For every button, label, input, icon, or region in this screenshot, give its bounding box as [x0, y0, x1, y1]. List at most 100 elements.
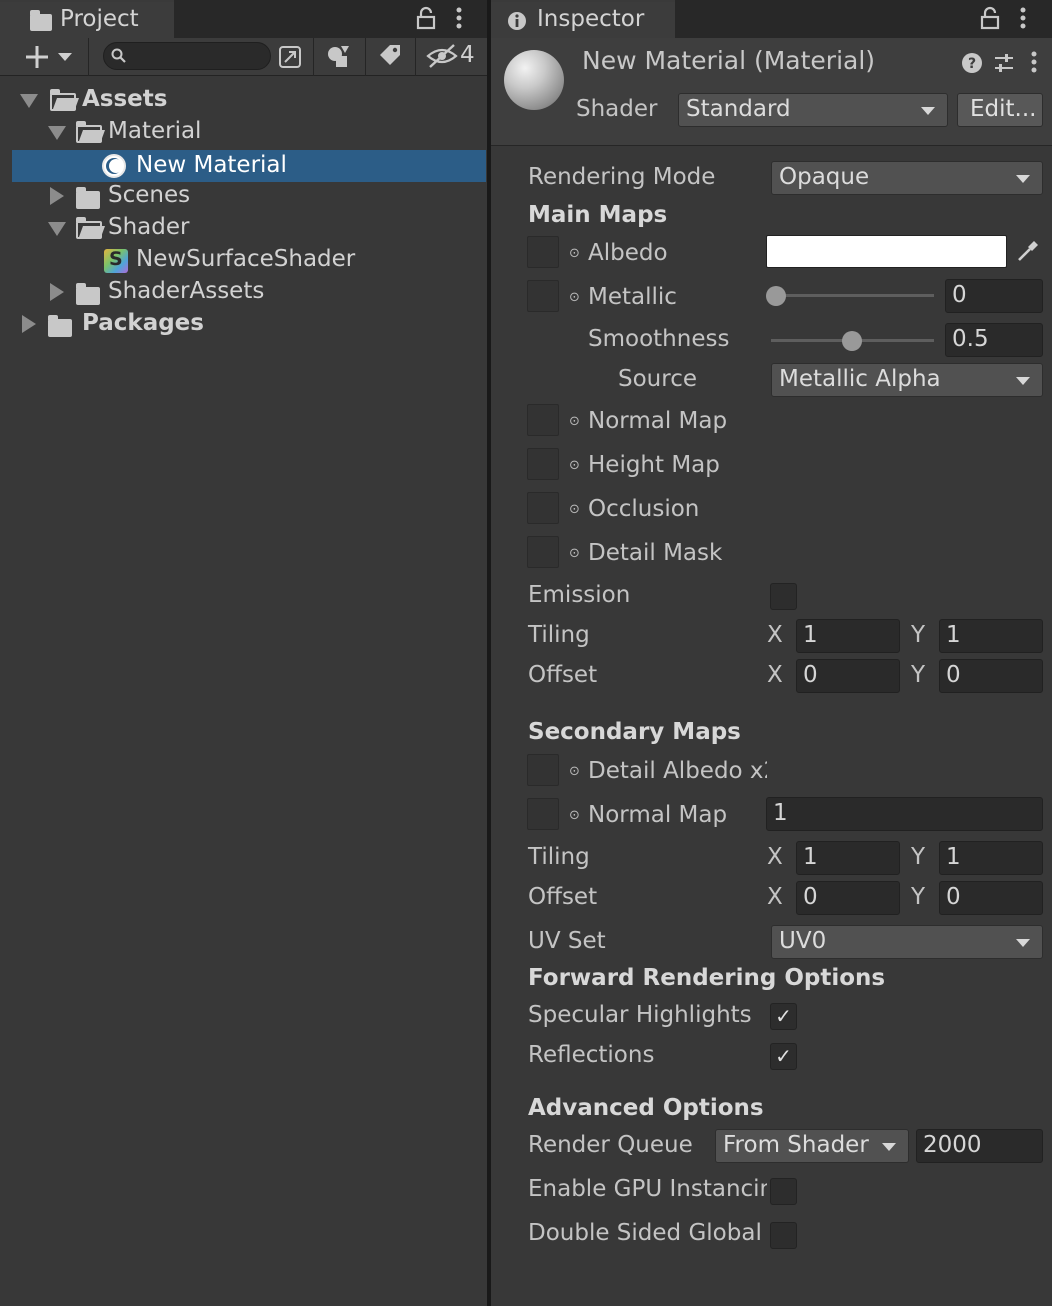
normal-map-texture-slot[interactable] [527, 404, 559, 436]
tab-inspector[interactable]: Inspector [491, 0, 675, 38]
eyedropper-icon[interactable] [1015, 238, 1041, 264]
tree-item-label: Packages [82, 310, 204, 336]
smoothness-slider-handle[interactable] [842, 331, 862, 351]
object-picker-icon[interactable]: ⊙ [569, 808, 580, 823]
metallic-value-field[interactable]: 0 [945, 279, 1043, 313]
presets-sliders-icon[interactable] [992, 51, 1016, 75]
tree-item-scenes[interactable]: Scenes [12, 180, 486, 212]
secondary-offset-y-field[interactable]: 0 [939, 881, 1043, 915]
rendering-mode-dropdown[interactable]: Opaque [771, 161, 1043, 195]
filter-by-label-icon[interactable] [377, 42, 403, 68]
more-menu-icon[interactable] [1018, 6, 1028, 32]
filter-by-type-icon[interactable] [325, 42, 353, 70]
lock-icon[interactable] [416, 6, 436, 30]
emission-checkbox[interactable] [770, 583, 797, 610]
tree-item-new-surface-shader[interactable]: S NewSurfaceShader [12, 244, 486, 276]
create-plus-dropdown-icon[interactable] [24, 44, 76, 70]
metallic-slider-handle[interactable] [766, 286, 786, 306]
folder-open-icon [50, 89, 76, 111]
tree-item-assets[interactable]: Assets [12, 84, 486, 116]
component-menu-icon[interactable] [1029, 50, 1039, 76]
secondary-tiling-x-label: X [767, 844, 783, 870]
specular-highlights-checkbox[interactable]: ✓ [770, 1003, 797, 1030]
offset-y-field[interactable]: 0 [939, 659, 1043, 693]
object-picker-icon[interactable]: ⊙ [569, 246, 580, 261]
detail-albedo-texture-slot[interactable] [527, 754, 559, 786]
expand-arrow-icon[interactable] [48, 222, 66, 236]
collapse-arrow-icon[interactable] [50, 283, 64, 301]
metallic-slider-track[interactable] [774, 294, 934, 297]
collapse-arrow-icon[interactable] [50, 187, 64, 205]
source-label: Source [618, 366, 697, 392]
tree-item-new-material[interactable]: New Material [12, 150, 486, 182]
render-queue-value-field[interactable]: 2000 [916, 1129, 1043, 1163]
object-picker-icon[interactable]: ⊙ [569, 502, 580, 517]
info-icon [508, 12, 526, 30]
tree-item-packages[interactable]: Packages [12, 308, 486, 340]
checkmark-icon: ✓ [775, 1004, 792, 1028]
shader-file-icon: S [104, 248, 128, 273]
tree-item-shader-folder[interactable]: Shader [12, 212, 486, 244]
reflections-label: Reflections [528, 1042, 655, 1068]
lock-icon[interactable] [980, 6, 1000, 30]
reflections-checkbox[interactable]: ✓ [770, 1043, 797, 1070]
metallic-label: Metallic [588, 284, 677, 310]
secondary-normal-map-texture-slot[interactable] [527, 798, 559, 830]
object-picker-icon[interactable]: ⊙ [569, 764, 580, 779]
offset-x-field[interactable]: 0 [796, 659, 900, 693]
offset-y-label: Y [911, 662, 926, 688]
object-picker-icon[interactable]: ⊙ [569, 458, 580, 473]
uv-set-label: UV Set [528, 928, 606, 954]
chevron-down-icon [1016, 377, 1030, 385]
edit-shader-button[interactable]: Edit... [957, 93, 1043, 127]
secondary-tiling-x-field[interactable]: 1 [796, 841, 900, 875]
help-icon[interactable]: ? [961, 52, 983, 74]
secondary-normal-map-label: Normal Map [588, 802, 728, 828]
folder-icon [76, 187, 100, 209]
render-queue-mode-dropdown[interactable]: From Shader [715, 1129, 909, 1163]
object-picker-icon[interactable]: ⊙ [569, 290, 580, 305]
shader-label: Shader [576, 96, 658, 122]
hidden-packages-eye-icon[interactable] [426, 42, 458, 70]
tree-item-label: Material [108, 118, 202, 144]
object-picker-icon[interactable]: ⊙ [569, 414, 580, 429]
albedo-texture-slot[interactable] [527, 236, 559, 268]
secondary-normal-scale-field[interactable]: 1 [766, 797, 1043, 831]
tiling-y-field[interactable]: 1 [939, 619, 1043, 653]
folder-open-icon [76, 121, 102, 143]
double-sided-gi-checkbox[interactable] [770, 1222, 797, 1249]
tab-project[interactable]: Project [0, 0, 174, 38]
tiling-x-field[interactable]: 1 [796, 619, 900, 653]
tree-item-shader-assets[interactable]: ShaderAssets [12, 276, 486, 308]
gpu-instancing-label: Enable GPU Instancing [528, 1176, 767, 1202]
more-menu-icon[interactable] [454, 6, 464, 32]
gpu-instancing-checkbox[interactable] [770, 1178, 797, 1205]
metallic-texture-slot[interactable] [527, 280, 559, 312]
tree-item-material-folder[interactable]: Material [12, 116, 486, 148]
secondary-offset-x-field[interactable]: 0 [796, 881, 900, 915]
secondary-maps-header: Secondary Maps [528, 719, 741, 745]
toolbar-separator [415, 38, 416, 76]
smoothness-label: Smoothness [588, 326, 730, 352]
search-by-type-icon[interactable] [277, 44, 303, 70]
shader-dropdown[interactable]: Standard [678, 93, 948, 127]
tiling-x-label: X [767, 622, 783, 648]
detail-mask-texture-slot[interactable] [527, 536, 559, 568]
tree-item-label: NewSurfaceShader [136, 246, 356, 272]
uv-set-dropdown[interactable]: UV0 [771, 925, 1043, 959]
albedo-color-field[interactable] [766, 235, 1007, 268]
source-dropdown[interactable]: Metallic Alpha [771, 363, 1043, 397]
expand-arrow-icon[interactable] [20, 94, 38, 108]
tiling-x-value: 1 [803, 622, 818, 648]
checkmark-icon: ✓ [775, 1044, 792, 1068]
smoothness-value-field[interactable]: 0.5 [945, 323, 1043, 357]
height-map-texture-slot[interactable] [527, 448, 559, 480]
shader-dropdown-value: Standard [686, 96, 791, 122]
secondary-offset-x-label: X [767, 884, 783, 910]
collapse-arrow-icon[interactable] [22, 315, 36, 333]
search-input[interactable] [103, 42, 271, 70]
secondary-tiling-y-field[interactable]: 1 [939, 841, 1043, 875]
object-picker-icon[interactable]: ⊙ [569, 546, 580, 561]
expand-arrow-icon[interactable] [48, 126, 66, 140]
occlusion-texture-slot[interactable] [527, 492, 559, 524]
